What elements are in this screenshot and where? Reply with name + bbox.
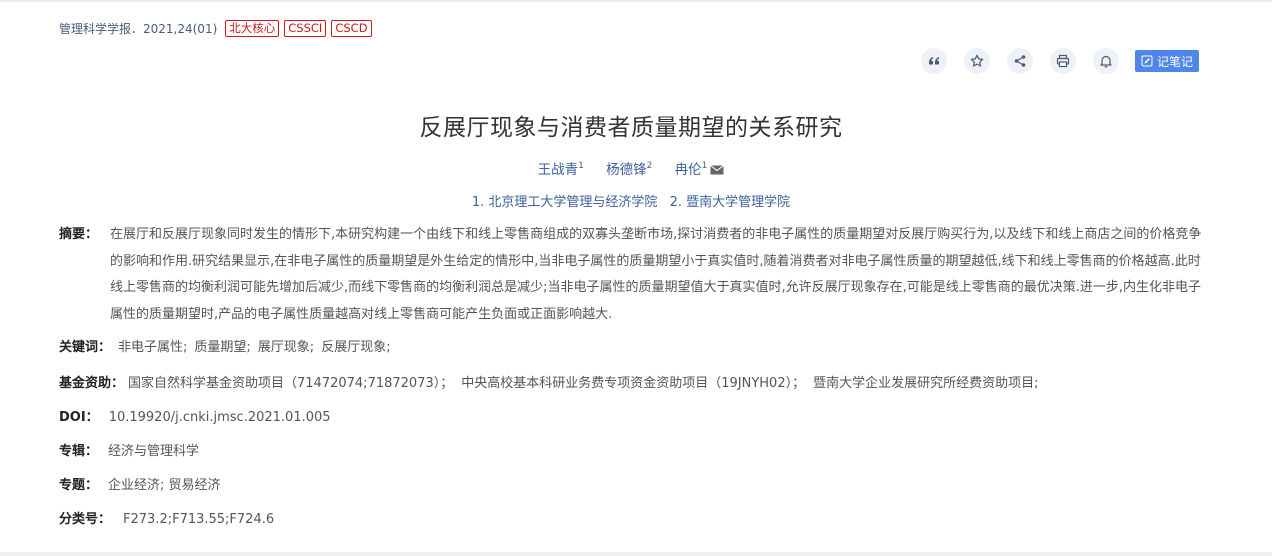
keyword-link[interactable]: 非电子属性;: [118, 340, 187, 355]
special-section: 专辑： 经济与管理科学: [59, 439, 199, 466]
abstract-section: 摘要： 在展厅和反展厅现象同时发生的情形下,本研究构建一个由线下和线上零售商组成…: [59, 222, 1209, 328]
bottom-divider: [0, 552, 1272, 556]
take-note-label: 记笔记: [1157, 54, 1194, 69]
doi-label: DOI：: [59, 410, 99, 425]
keyword-link[interactable]: 反展厅现象;: [321, 340, 390, 355]
keyword-link[interactable]: 展厅现象;: [258, 340, 314, 355]
keywords-label: 关键词：: [59, 340, 112, 355]
bell-icon: [1100, 55, 1112, 68]
doi-value: 10.19920/j.cnki.jmsc.2021.01.005: [108, 410, 331, 425]
star-icon: [970, 54, 984, 67]
keyword-link[interactable]: 质量期望;: [194, 340, 250, 355]
affiliation-link[interactable]: 2. 暨南大学管理学院: [670, 195, 791, 210]
tag-pku-core: 北大核心: [225, 19, 280, 37]
quote-button[interactable]: [921, 48, 947, 74]
topic-label: 专题：: [59, 478, 99, 493]
funding-link[interactable]: 国家自然科学基金资助项目（71472074;71872073）；: [128, 376, 453, 391]
funding-link[interactable]: 暨南大学企业发展研究所经费资助项目;: [813, 376, 1038, 391]
keywords-section: 关键词： 非电子属性; 质量期望; 展厅现象; 反展厅现象;: [59, 335, 398, 362]
share-button[interactable]: [1007, 48, 1033, 74]
abstract-label: 摘要：: [59, 227, 99, 242]
article-toolbar: 记笔记: [921, 48, 1200, 74]
top-divider: [0, 0, 1272, 2]
classification-label: 分类号：: [59, 512, 112, 527]
abstract-text: 在展厅和反展厅现象同时发生的情形下,本研究构建一个由线下和线上零售商组成的双寡头…: [110, 227, 1202, 322]
topic-section: 专题： 企业经济; 贸易经济: [59, 473, 221, 500]
classification-section: 分类号： F273.2;F713.55;F724.6: [59, 507, 274, 534]
print-button[interactable]: [1050, 48, 1076, 74]
doi-section: DOI： 10.19920/j.cnki.jmsc.2021.01.005: [59, 405, 331, 432]
take-note-button[interactable]: 记笔记: [1135, 50, 1200, 72]
affiliation-list: 1. 北京理工大学管理与经济学院 2. 暨南大学管理学院: [0, 191, 1262, 210]
author-list: 王战青1 杨德锋2 冉伦1: [0, 158, 1262, 178]
print-icon: [1056, 54, 1070, 68]
favorite-button[interactable]: [964, 48, 990, 74]
special-value: 经济与管理科学: [108, 444, 200, 459]
article-title: 反展厅现象与消费者质量期望的关系研究: [419, 115, 843, 141]
tag-cscd: CSCD: [331, 19, 372, 37]
source-line: 管理科学学报．2021,24(01) 北大核心 CSSCI CSCD: [59, 18, 377, 38]
mail-icon[interactable]: [710, 165, 725, 175]
author-link[interactable]: 冉伦1: [675, 161, 725, 178]
funding-section: 基金资助： 国家自然科学基金资助项目（71472074;71872073）； 中央高…: [59, 371, 1046, 398]
topic-value: 企业经济; 贸易经济: [108, 478, 221, 493]
share-icon: [1014, 55, 1026, 67]
author-link[interactable]: 杨德锋2: [606, 161, 652, 178]
funding-label: 基金资助：: [59, 376, 125, 391]
quote-icon: [929, 57, 939, 65]
pencil-icon: [1141, 55, 1153, 67]
alert-button[interactable]: [1093, 48, 1119, 74]
affiliation-link[interactable]: 1. 北京理工大学管理与经济学院: [472, 195, 658, 210]
special-label: 专辑：: [59, 444, 99, 459]
journal-source-link[interactable]: 管理科学学报．2021,24(01): [59, 20, 217, 37]
author-link[interactable]: 王战青1: [538, 161, 584, 178]
funding-link[interactable]: 中央高校基本科研业务费专项资金资助项目（19JNYH02）；: [461, 376, 805, 391]
classification-value: F273.2;F713.55;F724.6: [123, 512, 275, 527]
tag-cssci: CSSCI: [284, 19, 327, 37]
